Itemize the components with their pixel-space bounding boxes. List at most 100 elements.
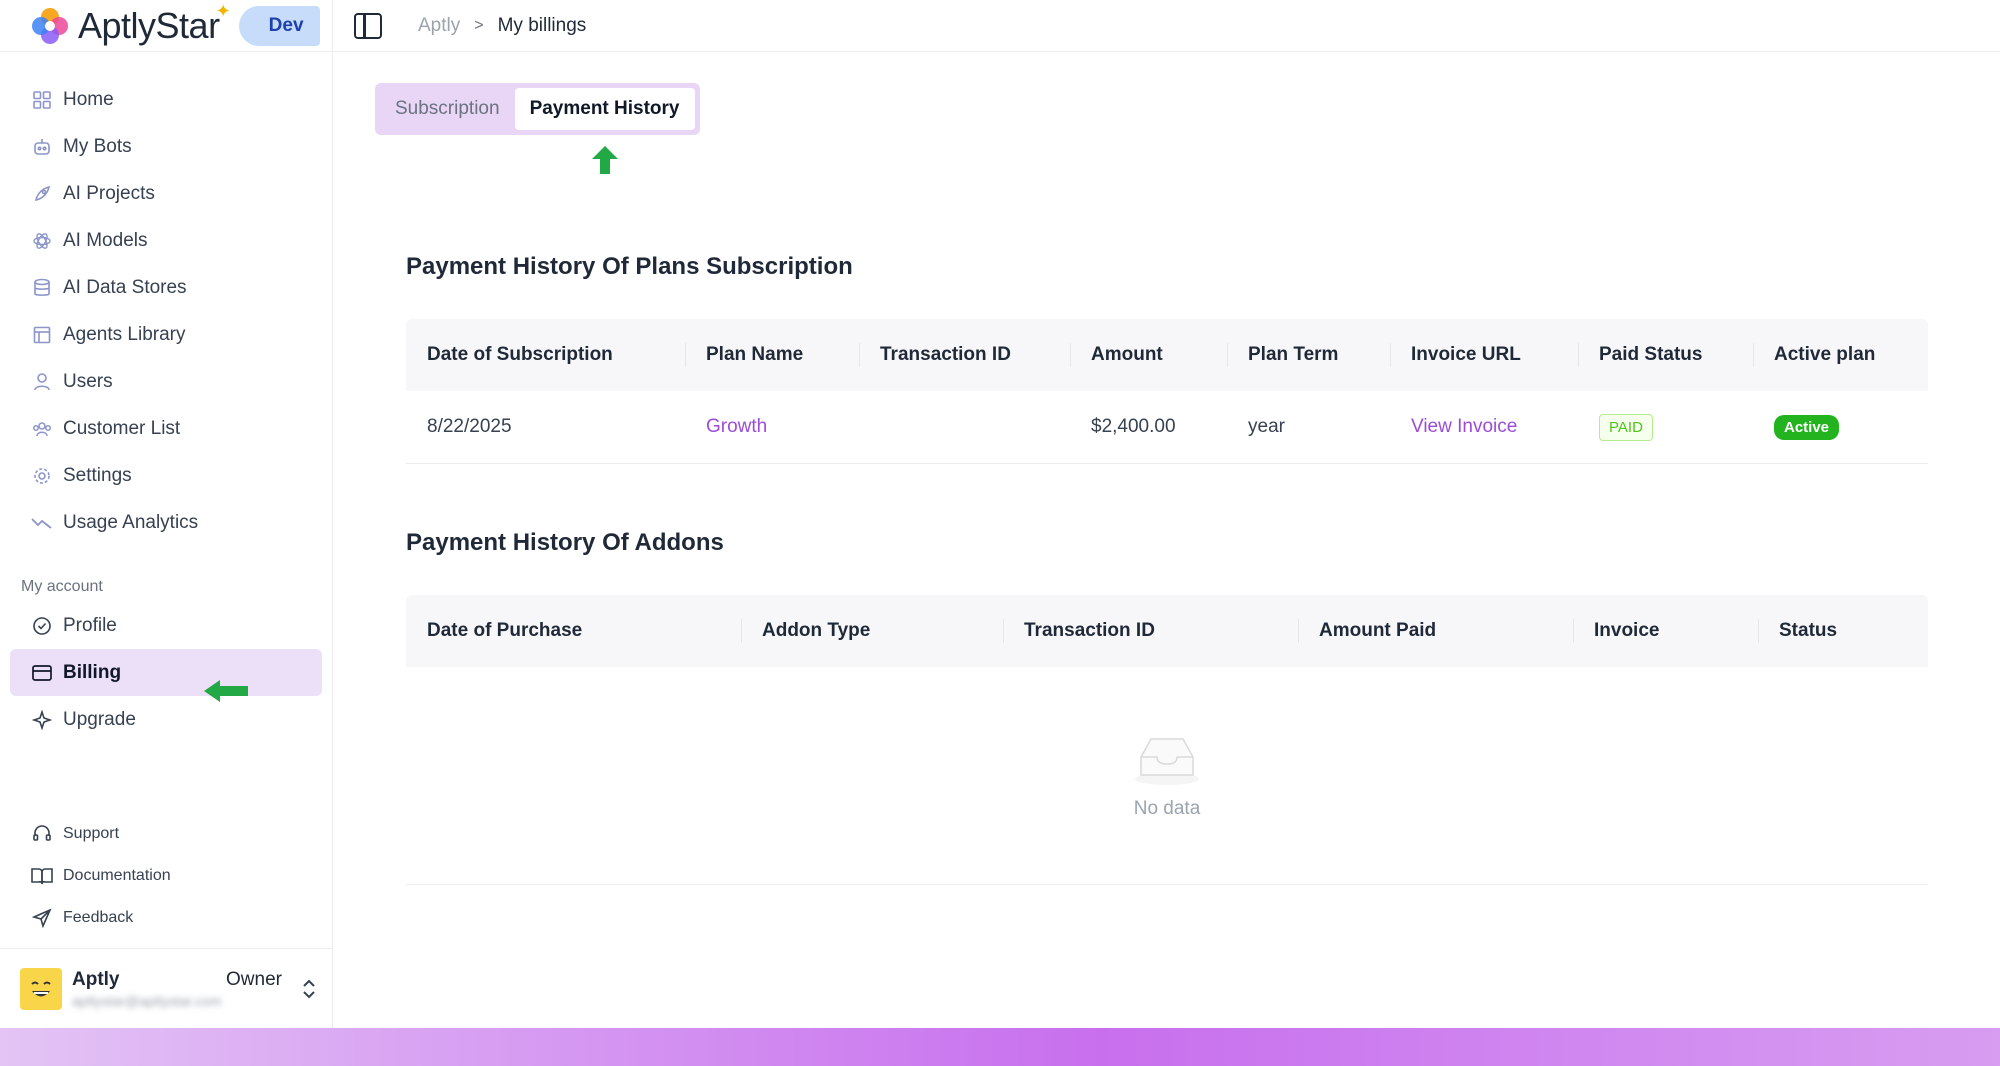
plans-table: Date of Subscription Plan Name Transacti… xyxy=(406,319,1928,464)
sidebar-item-label: AI Models xyxy=(63,229,148,251)
sidebar-item-upgrade[interactable]: Upgrade xyxy=(10,696,322,743)
database-icon xyxy=(31,277,53,299)
credit-card-icon xyxy=(31,662,53,684)
main-content: Subscription Payment History Payment His… xyxy=(334,53,2000,1028)
breadcrumb: Aptly > My billings xyxy=(418,15,586,37)
column-header[interactable]: Transaction ID xyxy=(859,319,1070,391)
addons-table: Date of Purchase Addon Type Transaction … xyxy=(406,595,1928,885)
sparkle-icon xyxy=(31,709,53,731)
column-header[interactable]: Invoice xyxy=(1573,595,1758,667)
brand-name: AptlyStar xyxy=(78,4,220,46)
users-group-icon xyxy=(31,418,53,440)
book-icon xyxy=(31,865,53,887)
sidebar: AptlyStar ✦ Dev Home My Bots AI Projects xyxy=(0,0,333,1028)
sidebar-item-label: Settings xyxy=(63,464,132,486)
sidebar-item-agents-library[interactable]: Agents Library xyxy=(10,311,322,358)
sidebar-item-label: Customer List xyxy=(63,417,181,439)
view-invoice-link[interactable]: View Invoice xyxy=(1390,416,1578,438)
avatar xyxy=(20,967,62,1010)
tab-subscription[interactable]: Subscription xyxy=(380,88,515,130)
user-info: Aptly aptlystar@aptlystar.com Owner xyxy=(72,969,282,1009)
sidebar-item-label: Profile xyxy=(63,614,117,636)
send-icon xyxy=(31,907,53,929)
breadcrumb-current: My billings xyxy=(497,14,587,36)
sidebar-item-usage-analytics[interactable]: Usage Analytics xyxy=(10,499,322,546)
sidebar-item-settings[interactable]: Settings xyxy=(10,452,322,499)
column-header[interactable]: Active plan xyxy=(1753,319,1928,391)
tab-payment-history[interactable]: Payment History xyxy=(514,88,695,130)
sidebar-item-my-bots[interactable]: My Bots xyxy=(10,123,322,170)
chevron-up-down-icon[interactable] xyxy=(300,977,318,1001)
table-row: 8/22/2025 Growth $2,400.00 year View Inv… xyxy=(406,391,1928,464)
plan-term: year xyxy=(1248,416,1285,437)
column-header[interactable]: Status xyxy=(1758,595,1928,667)
column-header[interactable]: Date of Purchase xyxy=(406,595,741,667)
sidebar-item-home[interactable]: Home xyxy=(10,76,322,123)
breadcrumb-root-link[interactable]: Aptly xyxy=(418,15,460,37)
column-header[interactable]: Amount xyxy=(1070,319,1227,391)
sidebar-item-label: AI Data Stores xyxy=(63,276,187,298)
dashboard-icon xyxy=(31,89,53,111)
aptlystar-logo-icon[interactable] xyxy=(30,6,70,46)
sidebar-item-label: Billing xyxy=(63,661,122,683)
sidebar-item-label: Usage Analytics xyxy=(63,511,199,533)
sidebar-item-ai-models[interactable]: AI Models xyxy=(10,217,322,264)
trend-icon xyxy=(31,512,53,534)
sidebar-item-users[interactable]: Users xyxy=(10,358,322,405)
column-header[interactable]: Paid Status xyxy=(1578,319,1753,391)
sidebar-item-feedback[interactable]: Feedback xyxy=(10,897,322,939)
sidebar-item-billing[interactable]: Billing xyxy=(10,649,322,696)
rocket-icon xyxy=(31,183,53,205)
env-badge[interactable]: Dev xyxy=(238,5,320,46)
headset-icon xyxy=(31,823,53,845)
paid-status-badge: PAID xyxy=(1599,413,1653,441)
subscription-date: 8/22/2025 xyxy=(427,416,512,437)
addons-table-header: Date of Purchase Addon Type Transaction … xyxy=(406,595,1928,667)
sidebar-item-label: Agents Library xyxy=(63,323,186,345)
brand-row: AptlyStar ✦ Dev xyxy=(0,0,332,52)
column-header[interactable]: Amount Paid xyxy=(1298,595,1573,667)
column-header[interactable]: Plan Term xyxy=(1227,319,1390,391)
sidebar-item-label: Feedback xyxy=(63,909,134,926)
active-plan-cell: Active xyxy=(1753,414,1928,440)
footer-nav: Support Documentation Feedback xyxy=(0,813,332,939)
billing-tabs: Subscription Payment History xyxy=(375,83,700,135)
column-header[interactable]: Transaction ID xyxy=(1003,595,1298,667)
column-header[interactable]: Addon Type xyxy=(741,595,1003,667)
top-bar: Aptly > My billings xyxy=(334,0,2000,52)
plans-table-header: Date of Subscription Plan Name Transacti… xyxy=(406,319,1928,391)
library-icon xyxy=(31,324,53,346)
sidebar-item-label: Home xyxy=(63,88,114,110)
column-header[interactable]: Plan Name xyxy=(685,319,859,391)
paid-status-cell: PAID xyxy=(1578,413,1753,441)
sidebar-item-support[interactable]: Support xyxy=(10,813,322,855)
bottom-gradient-bar xyxy=(0,1028,2000,1066)
empty-inbox-icon xyxy=(1127,731,1207,792)
user-icon xyxy=(31,371,53,393)
my-account-label: My account xyxy=(21,578,103,595)
breadcrumb-separator-icon: > xyxy=(474,16,484,34)
sidebar-item-ai-data-stores[interactable]: AI Data Stores xyxy=(10,264,322,311)
sidebar-item-customer-list[interactable]: Customer List xyxy=(10,405,322,452)
column-header[interactable]: Invoice URL xyxy=(1390,319,1578,391)
sidebar-item-label: Upgrade xyxy=(63,708,136,730)
active-status-badge: Active xyxy=(1774,414,1840,440)
sidebar-item-label: AI Projects xyxy=(63,182,155,204)
sidebar-item-label: My Bots xyxy=(63,135,132,157)
user-menu[interactable]: Aptly aptlystar@aptlystar.com Owner xyxy=(0,948,332,1028)
sidebar-item-profile[interactable]: Profile xyxy=(10,602,322,649)
addons-history-card: Payment History Of Addons Date of Purcha… xyxy=(374,457,1956,917)
main-nav: Home My Bots AI Projects AI Models AI Da… xyxy=(0,52,332,743)
addons-section-title: Payment History Of Addons xyxy=(406,529,724,556)
sidebar-item-documentation[interactable]: Documentation xyxy=(10,855,322,897)
user-email: aptlystar@aptlystar.com xyxy=(72,992,222,1009)
sidebar-toggle-icon[interactable] xyxy=(354,12,382,39)
brand-star-icon: ✦ xyxy=(215,1,231,21)
gear-icon xyxy=(31,465,53,487)
sidebar-item-label: Users xyxy=(63,370,113,392)
empty-state-text: No data xyxy=(1133,798,1201,819)
plan-name-link[interactable]: Growth xyxy=(685,416,859,438)
sidebar-item-ai-projects[interactable]: AI Projects xyxy=(10,170,322,217)
bot-icon xyxy=(31,136,53,158)
column-header[interactable]: Date of Subscription xyxy=(406,319,685,391)
